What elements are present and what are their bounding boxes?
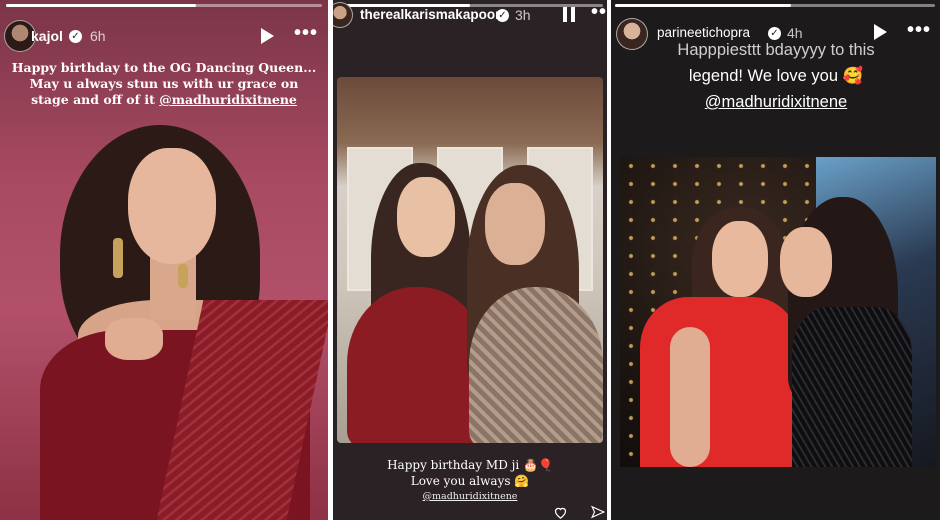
photo-person-face (485, 183, 545, 265)
story-panel-kajol[interactable]: kajol ✓ 6h ••• Happy birthday to the OG … (0, 0, 328, 520)
photo-person-red-dress (640, 297, 800, 467)
earring-right (178, 264, 188, 288)
story-progress-bar (615, 4, 935, 7)
photo-person-face (780, 227, 832, 297)
story-progress-fill (6, 4, 196, 7)
caption-line: Happy birthday MD ji 🎂🎈 (387, 458, 553, 472)
story-caption: Happpiesttt bdayyyy to this legend! We l… (621, 37, 931, 115)
caption-line: Love you always 🤗 (410, 474, 530, 488)
mention-link[interactable]: @madhuridixitnene (159, 92, 297, 107)
pause-icon[interactable] (563, 7, 575, 22)
story-header: therealkarismakapoor ✓ 3h •• (333, 1, 607, 36)
story-timestamp: 6h (90, 28, 106, 44)
story-photo-face (128, 148, 216, 264)
photo-person-face (397, 177, 455, 257)
photo-person-saree (347, 287, 487, 443)
story-username[interactable]: kajol (31, 28, 63, 44)
caption-line: Happy birthday to the OG Dancing Queen..… (11, 60, 317, 75)
photo-person-black-dress (792, 307, 912, 467)
story-header: kajol ✓ 6h ••• (0, 20, 328, 54)
caption-line: Happpiesttt bdayyyy to this (677, 41, 875, 59)
earring-left (113, 238, 123, 278)
story-photo (620, 157, 936, 467)
caption-line: stage and off of it (31, 92, 160, 107)
story-photo (337, 77, 603, 443)
heart-icon[interactable] (553, 505, 568, 520)
story-photo-hand (105, 318, 163, 360)
more-options-icon[interactable]: ••• (294, 22, 318, 45)
play-icon[interactable] (261, 28, 274, 44)
story-panel-karisma[interactable]: therealkarismakapoor ✓ 3h •• Happy birth… (333, 0, 607, 520)
verified-badge-icon: ✓ (69, 30, 82, 43)
mention-link[interactable]: @madhuridixitnene (621, 89, 931, 115)
caption-line: May u always stun us with ur grace on (29, 76, 299, 91)
story-caption: Happy birthday to the OG Dancing Queen..… (8, 60, 320, 108)
send-icon[interactable] (591, 505, 605, 519)
story-caption: Happy birthday MD ji 🎂🎈 Love you always … (333, 457, 607, 489)
photo-person-dress (469, 287, 603, 443)
caption-line: legend! We love you 🥰 (688, 67, 864, 85)
story-username[interactable]: therealkarismakapoor (360, 7, 500, 22)
avatar[interactable] (333, 2, 353, 28)
story-timestamp: 3h (515, 7, 531, 23)
photo-person-arm (670, 327, 710, 467)
more-options-icon[interactable]: •• (591, 1, 607, 24)
story-panel-parineeti[interactable]: parineetichopra ✓ 4h ••• Happpiesttt bda… (611, 0, 940, 520)
mention-link[interactable]: @madhuridixitnene (333, 491, 607, 502)
photo-person-face (712, 221, 768, 297)
verified-badge-icon: ✓ (496, 9, 509, 22)
story-progress-bar (6, 4, 322, 7)
story-progress-fill (615, 4, 791, 7)
